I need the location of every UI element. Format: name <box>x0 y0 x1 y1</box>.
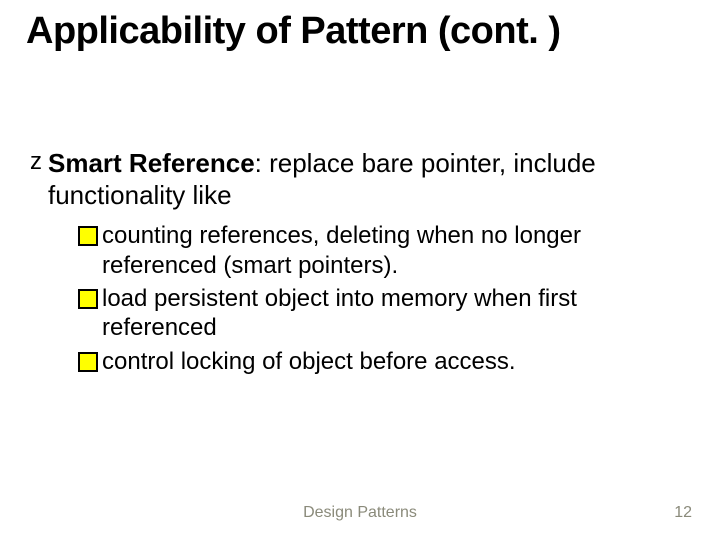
z-bullet-icon: z <box>30 148 48 177</box>
bullet-level2: counting references, deleting when no lo… <box>78 221 680 280</box>
term-smart-reference: Smart Reference <box>48 148 255 178</box>
level2-text: load persistent object into memory when … <box>102 284 680 343</box>
y-bullet-icon <box>78 226 98 246</box>
y-bullet-icon <box>78 289 98 309</box>
level2-text: control locking of object before access. <box>102 347 680 376</box>
level1-text: Smart Reference: replace bare pointer, i… <box>48 148 680 211</box>
slide-title: Applicability of Pattern (cont. ) <box>26 10 694 54</box>
slide: Applicability of Pattern (cont. ) z Smar… <box>0 0 720 540</box>
sublist: counting references, deleting when no lo… <box>78 221 680 375</box>
level2-text: counting references, deleting when no lo… <box>102 221 680 280</box>
footer-center: Design Patterns <box>0 504 720 522</box>
y-bullet-icon <box>78 352 98 372</box>
bullet-level2: load persistent object into memory when … <box>78 284 680 343</box>
bullet-level1: z Smart Reference: replace bare pointer,… <box>30 148 680 211</box>
slide-body: z Smart Reference: replace bare pointer,… <box>30 148 680 380</box>
footer-page-number: 12 <box>674 504 692 522</box>
bullet-level2: control locking of object before access. <box>78 347 680 376</box>
